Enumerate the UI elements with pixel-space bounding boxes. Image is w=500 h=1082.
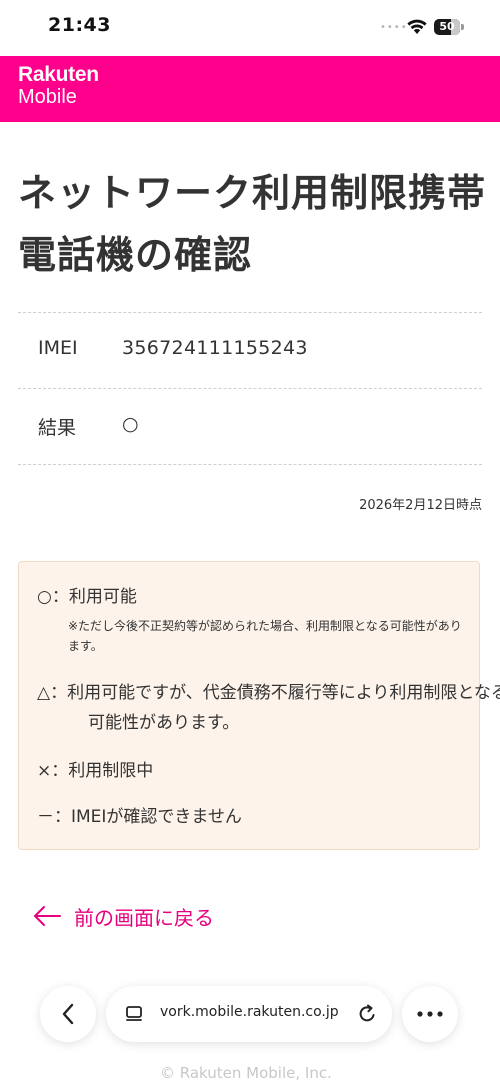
legend-box: ○：利用可能 ※ただし今後不正契約等が認められた場合、利用制限となる可能性があり… — [18, 561, 500, 850]
chevron-left-icon — [62, 1003, 74, 1025]
table-row-result: 結果 ○ — [18, 388, 482, 465]
reload-icon[interactable] — [356, 1003, 378, 1025]
legend-triangle: △：利用可能ですが、代金債務不履行等により利用制限となる可能性があります。 — [37, 683, 500, 733]
page-title: ネットワーク利用制限携帯電話機の確認 — [18, 171, 487, 277]
legend-unconfirmed: －：IMEIが確認できません — [37, 807, 242, 827]
logo-line-2: Mobile — [18, 86, 77, 108]
imei-value: 356724111155243 — [122, 337, 308, 359]
more-icon — [417, 1011, 443, 1017]
back-link-label: 前の画面に戻る — [74, 905, 214, 930]
browser-back-button[interactable] — [40, 986, 96, 1042]
battery-icon: 50 — [434, 19, 464, 35]
back-link[interactable]: 前の画面に戻る — [32, 900, 214, 932]
logo-line-1: Rakuten — [18, 63, 99, 86]
wifi-icon — [407, 19, 427, 34]
footer-copyright: © Rakuten Mobile, Inc. — [160, 1064, 332, 1082]
result-label: 結果 — [38, 417, 77, 439]
address-bar[interactable]: vork.mobile.rakuten.co.jp — [106, 986, 392, 1042]
legend-available-note: ※ただし今後不正契約等が認められた場合、利用制限となる可能性があります。 — [68, 619, 462, 653]
rakuten-mobile-logo[interactable]: Rakuten Mobile — [18, 63, 99, 109]
battery-level-text: 50 — [439, 20, 455, 33]
site-header: Rakuten Mobile — [0, 56, 500, 122]
result-table: IMEI 356724111155243 結果 ○ — [18, 312, 482, 465]
status-bar: 21:43 •••• 50 — [0, 0, 500, 56]
table-row-imei: IMEI 356724111155243 — [18, 312, 482, 388]
result-value: ○ — [122, 413, 139, 435]
imei-label: IMEI — [38, 337, 78, 359]
legend-restricted: ×：利用制限中 — [37, 761, 154, 781]
arrow-left-icon — [34, 906, 61, 926]
cellular-signal-icon: •••• — [380, 22, 408, 33]
more-menu-button[interactable] — [402, 986, 458, 1042]
as-of-date: 2026年2月12日時点 — [359, 498, 482, 513]
status-time: 21:43 — [48, 14, 111, 36]
url-text[interactable]: vork.mobile.rakuten.co.jp — [160, 1004, 339, 1020]
legend-available: ○：利用可能 — [37, 587, 137, 607]
tabs-icon[interactable] — [124, 1004, 144, 1024]
